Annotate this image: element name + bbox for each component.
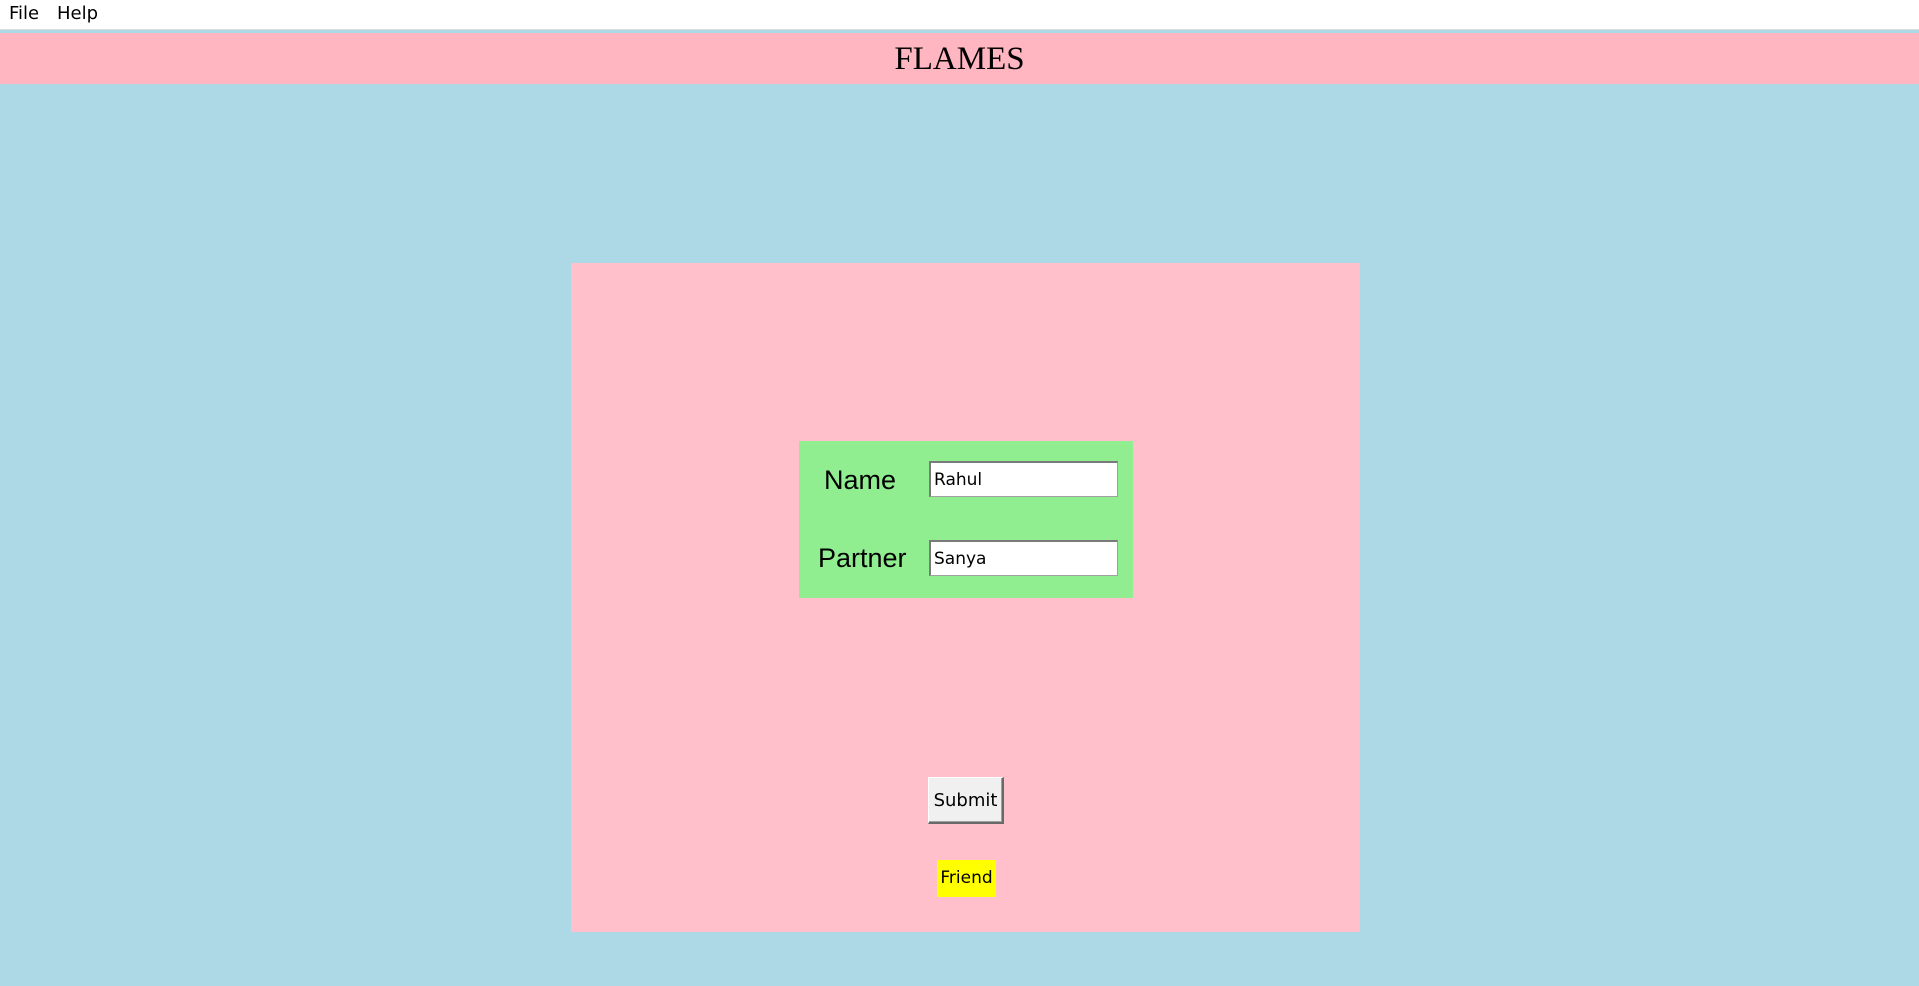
menu-file[interactable]: File <box>9 3 39 25</box>
name-input[interactable] <box>929 461 1118 497</box>
menu-bar: File Help <box>0 0 1919 30</box>
result-label: Friend <box>937 860 996 897</box>
menu-help[interactable]: Help <box>57 3 98 25</box>
title-banner: FLAMES <box>0 33 1919 84</box>
app-title: FLAMES <box>894 41 1025 77</box>
partner-input[interactable] <box>929 540 1118 576</box>
submit-button[interactable]: Submit <box>928 777 1004 824</box>
partner-label: Partner <box>818 543 907 573</box>
name-label: Name <box>824 465 897 495</box>
